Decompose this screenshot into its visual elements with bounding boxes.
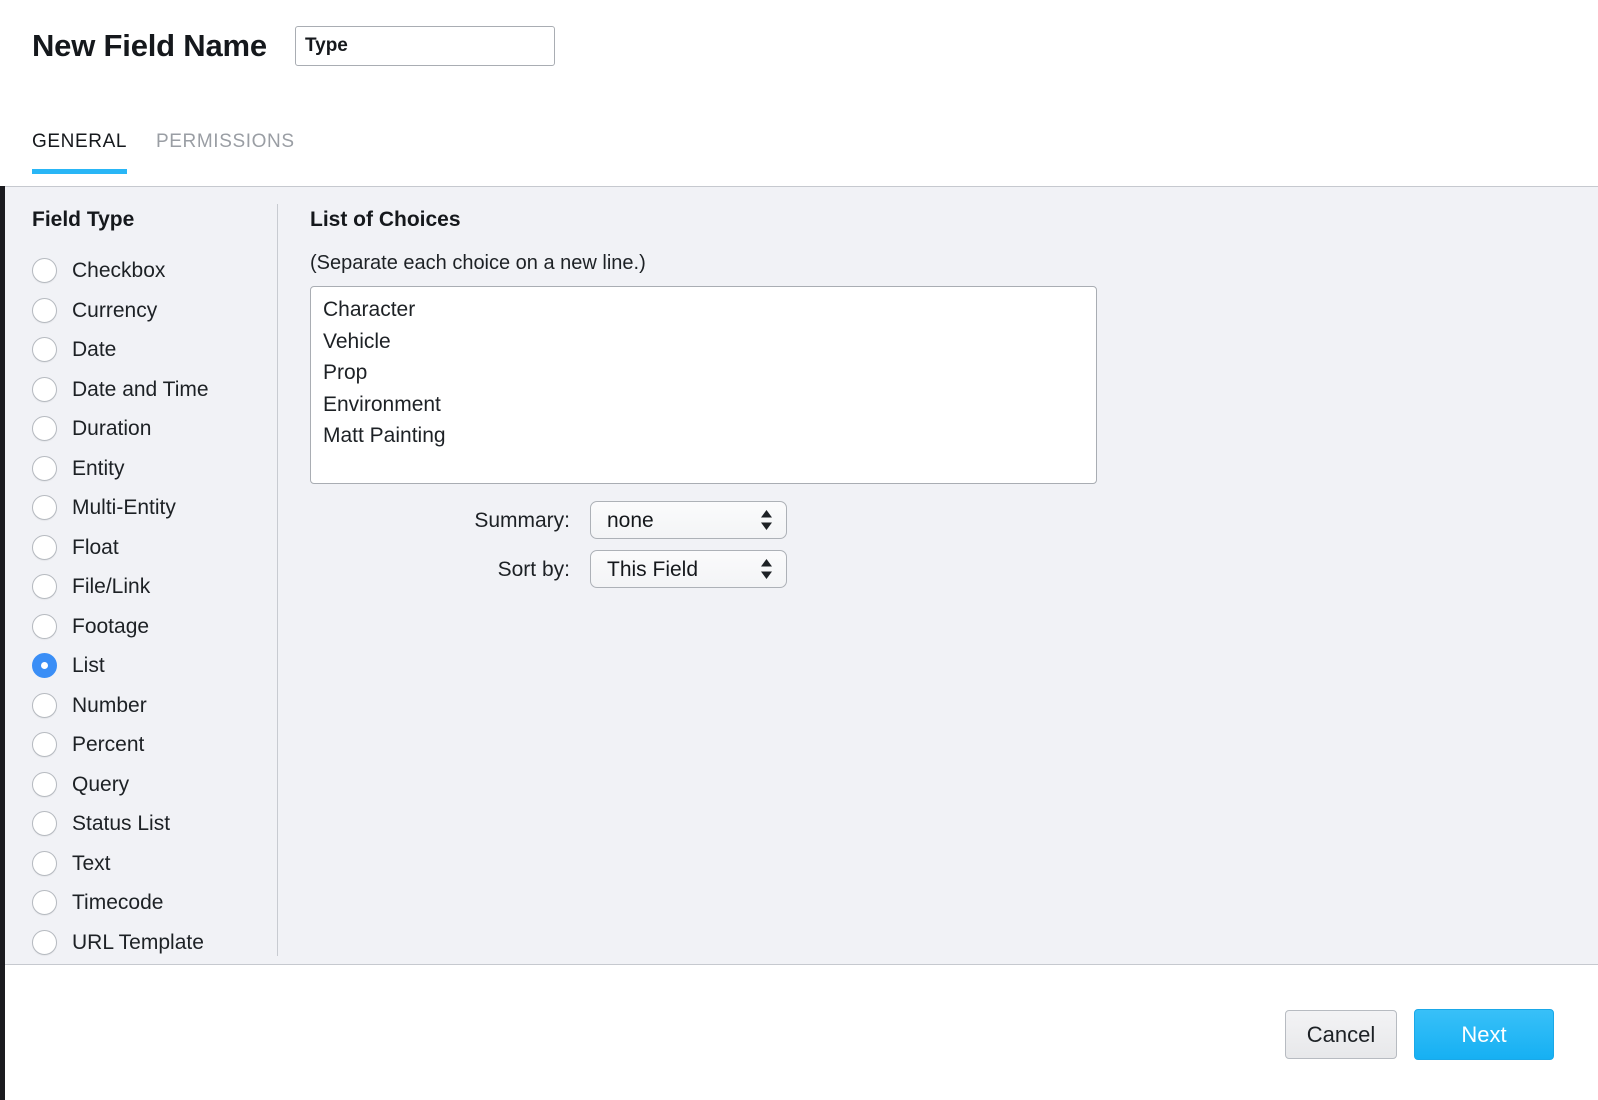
- field-type-option-label: Timecode: [72, 891, 164, 915]
- field-type-option-label: Currency: [72, 298, 158, 322]
- radio-unselected-icon[interactable]: [32, 890, 57, 916]
- radio-unselected-icon[interactable]: [32, 455, 57, 481]
- field-type-option-query[interactable]: Query: [32, 765, 272, 805]
- footer-button-group: Cancel Next: [1285, 1009, 1554, 1060]
- summary-label: Summary:: [474, 508, 570, 532]
- sort-by-label: Sort by:: [497, 557, 570, 581]
- field-type-option-entity[interactable]: Entity: [32, 449, 272, 489]
- list-of-choices-heading: List of Choices: [310, 208, 461, 231]
- field-type-option-label: Checkbox: [72, 259, 166, 283]
- field-type-option-label: Text: [72, 851, 111, 875]
- field-type-option-label: File/Link: [72, 575, 151, 599]
- chevron-updown-icon: [760, 558, 773, 580]
- field-type-option-timecode[interactable]: Timecode: [32, 883, 272, 923]
- field-type-option-label: Entity: [72, 456, 125, 480]
- field-type-option-label: URL Template: [72, 930, 204, 954]
- field-type-option-file-link[interactable]: File/Link: [32, 567, 272, 607]
- radio-unselected-icon[interactable]: [32, 732, 57, 758]
- field-type-sidebar: Field Type Checkbox Currency Date Date and …: [32, 207, 272, 962]
- field-type-option-status-list[interactable]: Status List: [32, 804, 272, 844]
- radio-unselected-icon[interactable]: [32, 297, 57, 323]
- tab-general[interactable]: GENERAL: [32, 131, 128, 183]
- field-type-option-multi-entity[interactable]: Multi-Entity: [32, 488, 272, 528]
- field-type-option-url-template[interactable]: URL Template: [32, 923, 272, 963]
- radio-unselected-icon[interactable]: [32, 416, 57, 442]
- field-type-option-label: List: [72, 654, 105, 678]
- tab-bar: GENERAL PERMISSIONS: [32, 131, 295, 183]
- radio-unselected-icon[interactable]: [32, 495, 57, 521]
- radio-unselected-icon[interactable]: [32, 771, 57, 797]
- field-type-option-text[interactable]: Text: [32, 844, 272, 884]
- sort-by-select[interactable]: This Field: [590, 550, 787, 588]
- field-type-option-label: Float: [72, 535, 119, 559]
- field-type-option-label: Footage: [72, 614, 150, 638]
- field-type-option-label: Number: [72, 693, 147, 717]
- field-type-option-label: Date and Time: [72, 377, 209, 401]
- radio-unselected-icon[interactable]: [32, 613, 57, 639]
- field-name-input[interactable]: [294, 26, 555, 66]
- field-type-option-percent[interactable]: Percent: [32, 725, 272, 765]
- tab-active-underline: [32, 169, 128, 174]
- summary-select[interactable]: none: [590, 501, 787, 539]
- field-type-option-date-and-time[interactable]: Date and Time: [32, 370, 272, 410]
- list-of-choices-hint: (Separate each choice on a new line.): [310, 252, 646, 274]
- next-button[interactable]: Next: [1414, 1009, 1554, 1060]
- page-title: New Field Name: [32, 28, 267, 63]
- sidebar-divider: [277, 204, 278, 956]
- radio-unselected-icon[interactable]: [32, 376, 57, 402]
- radio-unselected-icon[interactable]: [32, 850, 57, 876]
- radio-unselected-icon[interactable]: [32, 692, 57, 718]
- field-type-option-checkbox[interactable]: Checkbox: [32, 251, 272, 291]
- field-type-option-label: Percent: [72, 733, 145, 757]
- field-type-radio-group[interactable]: Checkbox Currency Date Date and Time Duratio…: [32, 251, 272, 962]
- chevron-updown-icon: [760, 509, 773, 531]
- sort-by-select-value: This Field: [607, 557, 699, 581]
- field-type-option-float[interactable]: Float: [32, 528, 272, 568]
- field-type-option-footage[interactable]: Footage: [32, 607, 272, 647]
- summary-row: Summary: none: [310, 501, 1560, 539]
- tab-permissions[interactable]: PERMISSIONS: [156, 131, 295, 183]
- field-type-option-currency[interactable]: Currency: [32, 291, 272, 331]
- dialog-footer: Cancel Next: [5, 966, 1598, 1100]
- tab-general-label: GENERAL: [32, 131, 128, 152]
- radio-unselected-icon[interactable]: [32, 534, 57, 560]
- sort-by-row: Sort by: This Field: [310, 550, 1560, 588]
- field-type-option-list[interactable]: List: [32, 646, 272, 686]
- tab-permissions-label: PERMISSIONS: [156, 131, 295, 152]
- list-options: Summary: none Sort by: This Field: [310, 501, 1560, 588]
- list-of-choices-textarea[interactable]: [310, 286, 1097, 484]
- field-type-option-label: Status List: [72, 812, 171, 836]
- new-field-dialog: New Field Name GENERAL PERMISSIONS Field…: [0, 0, 1598, 1100]
- field-type-option-label: Multi-Entity: [72, 496, 176, 520]
- radio-selected-icon[interactable]: [32, 653, 57, 679]
- radio-unselected-icon[interactable]: [32, 811, 57, 837]
- summary-select-value: none: [607, 508, 654, 532]
- field-type-option-duration[interactable]: Duration: [32, 409, 272, 449]
- field-type-option-label: Date: [72, 338, 117, 362]
- main-panel: Field Type Checkbox Currency Date Date and …: [5, 186, 1598, 965]
- radio-unselected-icon[interactable]: [32, 337, 57, 363]
- radio-unselected-icon[interactable]: [32, 929, 57, 955]
- field-type-option-number[interactable]: Number: [32, 686, 272, 726]
- list-settings-content: List of Choices (Separate each choice on…: [310, 207, 1560, 599]
- cancel-button[interactable]: Cancel: [1285, 1010, 1397, 1059]
- dialog-header: New Field Name GENERAL PERMISSIONS: [0, 0, 1598, 186]
- radio-unselected-icon[interactable]: [32, 574, 57, 600]
- field-type-heading: Field Type: [32, 208, 135, 231]
- field-type-option-date[interactable]: Date: [32, 330, 272, 370]
- field-type-option-label: Duration: [72, 417, 152, 441]
- field-type-option-label: Query: [72, 772, 130, 796]
- title-row: New Field Name: [32, 26, 555, 66]
- radio-unselected-icon[interactable]: [32, 258, 57, 284]
